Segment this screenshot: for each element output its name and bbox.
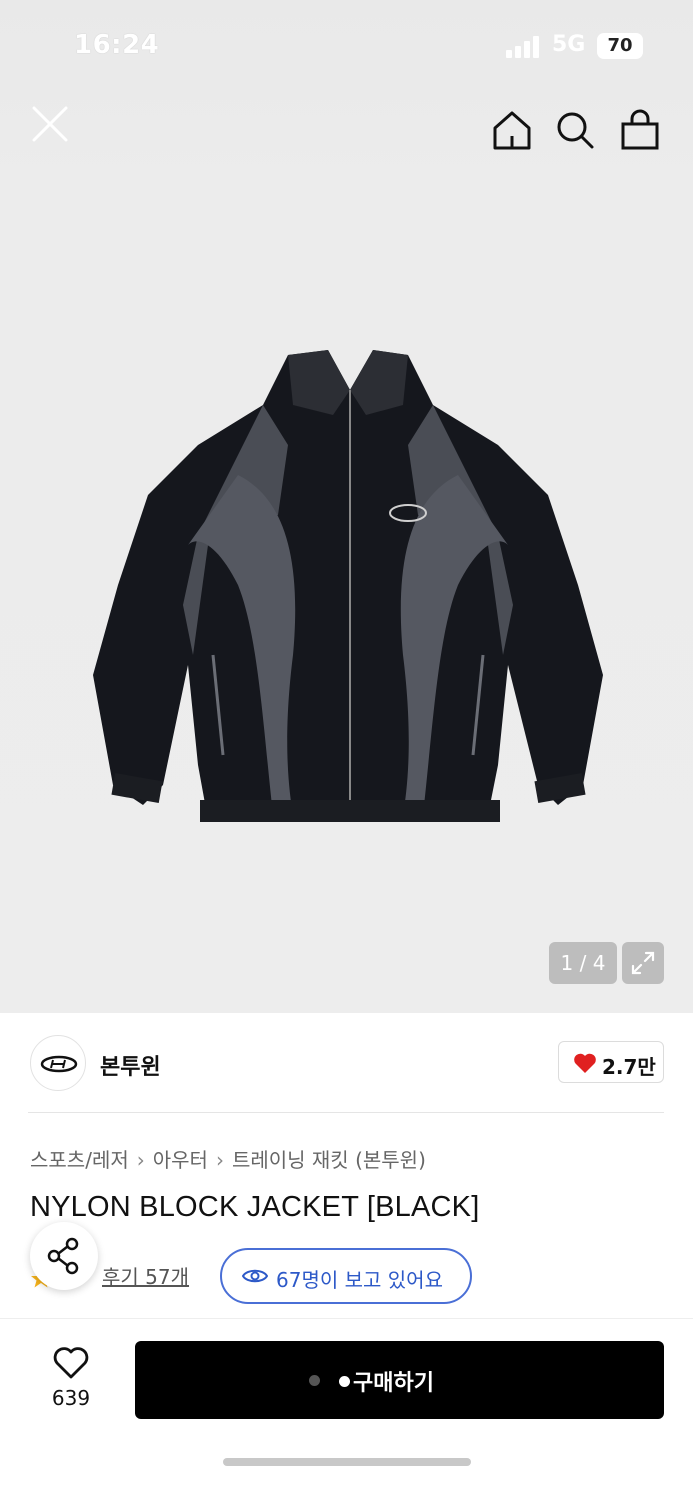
buy-button[interactable]: 구매하기: [135, 1341, 664, 1419]
search-button[interactable]: [553, 108, 597, 152]
eye-icon: [242, 1269, 268, 1283]
close-icon: [32, 106, 68, 142]
close-button[interactable]: [26, 100, 74, 148]
brand-logo[interactable]: [30, 1035, 86, 1091]
breadcrumb-item[interactable]: 스포츠/레저: [30, 1148, 129, 1172]
product-jacket-image: [93, 350, 603, 822]
chevron-right-icon: ›: [136, 1148, 145, 1172]
battery-indicator: 70: [597, 33, 643, 59]
product-title: NYLON BLOCK JACKET [BLACK]: [30, 1191, 480, 1223]
signal-icon: [506, 36, 542, 58]
wishlist-button[interactable]: 639: [40, 1343, 102, 1413]
search-icon: [557, 112, 594, 149]
brand-like-count: 2.7만: [602, 1055, 656, 1079]
loading-dot: [339, 1376, 350, 1387]
heart-outline-icon: [53, 1347, 89, 1379]
cart-button[interactable]: [618, 108, 662, 152]
product-image-gallery[interactable]: 16:24 5G 70 1 / 4: [0, 0, 693, 1013]
viewers-badge[interactable]: 67명이 보고 있어요: [220, 1248, 472, 1304]
brand-name[interactable]: 본투윈: [100, 1049, 161, 1081]
brand-logo-icon: [40, 1055, 78, 1073]
network-type: 5G: [552, 32, 586, 57]
chevron-right-icon: ›: [215, 1148, 224, 1172]
bottom-action-bar: 639 구매하기: [0, 1318, 693, 1500]
loading-dot: [309, 1375, 320, 1386]
bag-icon: [621, 109, 659, 150]
heart-filled-icon: [574, 1053, 596, 1073]
home-icon: [493, 111, 531, 150]
breadcrumb-item[interactable]: 아우터: [153, 1148, 208, 1172]
home-button[interactable]: [490, 108, 534, 152]
status-bar: 16:24 5G 70: [0, 0, 693, 92]
expand-button[interactable]: [622, 942, 664, 984]
wishlist-count: 639: [51, 1386, 91, 1410]
image-counter: 1 / 4: [549, 942, 617, 984]
buy-button-label: 구매하기: [353, 1371, 434, 1396]
status-time: 16:24: [74, 30, 160, 60]
share-button[interactable]: [30, 1222, 98, 1290]
review-link[interactable]: 후기 57개: [102, 1261, 189, 1290]
breadcrumb-item[interactable]: 트레이닝 재킷 (본투윈): [232, 1148, 426, 1172]
share-icon: [47, 1237, 79, 1275]
brand-row[interactable]: 본투윈 2.7만: [0, 1013, 693, 1113]
viewers-text: 67명이 보고 있어요: [276, 1268, 443, 1292]
brand-like-button[interactable]: 2.7만: [558, 1041, 664, 1083]
breadcrumb: 스포츠/레저 › 아우터 › 트레이닝 재킷 (본투윈): [30, 1144, 426, 1173]
divider: [28, 1112, 664, 1113]
expand-icon: [631, 951, 655, 975]
home-indicator: [223, 1458, 471, 1466]
